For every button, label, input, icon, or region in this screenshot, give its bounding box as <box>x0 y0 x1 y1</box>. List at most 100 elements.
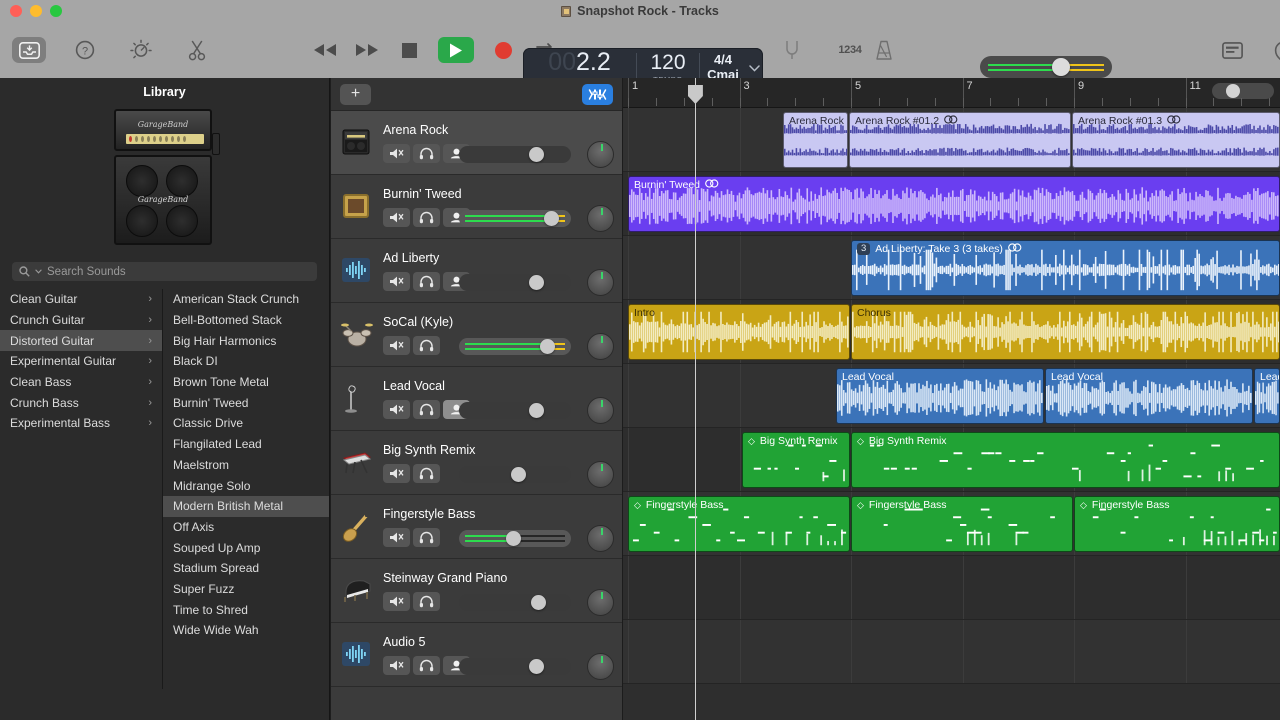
add-track-button[interactable]: + <box>340 84 371 105</box>
track-name[interactable]: SoCal (Kyle) <box>383 315 453 329</box>
track-header[interactable]: Lead Vocal <box>331 367 622 431</box>
search-chevron-down-icon[interactable] <box>35 269 42 274</box>
library-category-item[interactable]: Experimental Bass› <box>0 413 162 434</box>
track-volume-knob[interactable] <box>540 339 555 354</box>
track-lane[interactable]: ◇Big Synth Remix◇Big Synth Remix <box>623 428 1280 492</box>
zoom-slider-knob[interactable] <box>1226 84 1240 98</box>
track-header[interactable]: Audio 5 <box>331 623 622 687</box>
track-mute-button[interactable] <box>383 208 410 227</box>
track-pan-knob[interactable] <box>587 269 614 296</box>
track-mute-button[interactable] <box>383 272 410 291</box>
track-solo-button[interactable] <box>413 656 440 675</box>
track-header[interactable]: Ad Liberty <box>331 239 622 303</box>
timeline-region[interactable]: ◇Fingerstyle Bass <box>1074 496 1280 552</box>
library-category-item[interactable]: Experimental Guitar› <box>0 351 162 372</box>
timeline-region[interactable]: ◇Fingerstyle Bass <box>851 496 1073 552</box>
library-category-item[interactable]: Crunch Guitar› <box>0 310 162 331</box>
track-pan-knob[interactable] <box>587 525 614 552</box>
track-header[interactable]: Fingerstyle Bass <box>331 495 622 559</box>
library-patch-item[interactable]: Off Axis <box>163 517 329 538</box>
track-volume-knob[interactable] <box>511 467 526 482</box>
track-name[interactable]: Audio 5 <box>383 635 425 649</box>
track-volume-knob[interactable] <box>529 659 544 674</box>
library-patch-item[interactable]: Time to Shred <box>163 599 329 620</box>
track-mute-button[interactable] <box>383 656 410 675</box>
track-name[interactable]: Fingerstyle Bass <box>383 507 475 521</box>
library-patch-item[interactable]: Bell-Bottomed Stack <box>163 310 329 331</box>
library-button[interactable] <box>12 37 46 63</box>
count-in-button[interactable]: 1234 <box>833 37 867 63</box>
track-pan-knob[interactable] <box>587 397 614 424</box>
track-lane[interactable]: Arena Rock Arena Rock #01.2 Arena Rock #… <box>623 108 1280 172</box>
track-volume-knob[interactable] <box>529 147 544 162</box>
help-button[interactable]: ? <box>68 37 102 63</box>
track-solo-button[interactable] <box>413 208 440 227</box>
stop-button[interactable] <box>396 37 422 63</box>
library-patch-item[interactable]: Brown Tone Metal <box>163 372 329 393</box>
track-pan-knob[interactable] <box>587 461 614 488</box>
track-pan-knob[interactable] <box>587 653 614 680</box>
zoom-slider[interactable] <box>1212 83 1274 99</box>
track-header[interactable]: SoCal (Kyle) <box>331 303 622 367</box>
track-solo-button[interactable] <box>413 272 440 291</box>
library-category-list[interactable]: Clean Guitar›Crunch Guitar›Distorted Gui… <box>0 289 163 689</box>
track-solo-button[interactable] <box>413 400 440 419</box>
timeline-region[interactable]: Arena Rock <box>783 112 848 168</box>
library-patch-item[interactable]: Burnin' Tweed <box>163 392 329 413</box>
track-lane[interactable]: ◇Fingerstyle Bass◇Fingerstyle Bass◇Finge… <box>623 492 1280 556</box>
track-volume-slider[interactable] <box>459 274 571 291</box>
track-name[interactable]: Steinway Grand Piano <box>383 571 507 585</box>
track-mute-button[interactable] <box>383 528 410 547</box>
track-lane[interactable]: Lead VocalLead VocalLead <box>623 364 1280 428</box>
track-volume-slider[interactable] <box>459 530 571 547</box>
track-lane[interactable] <box>623 620 1280 684</box>
master-volume-knob[interactable] <box>1052 58 1070 76</box>
track-mute-button[interactable] <box>383 592 410 611</box>
timeline-region[interactable]: ◇Fingerstyle Bass <box>628 496 850 552</box>
library-patch-item[interactable]: Flangilated Lead <box>163 434 329 455</box>
track-solo-button[interactable] <box>413 144 440 163</box>
track-volume-knob[interactable] <box>529 403 544 418</box>
library-patch-item[interactable]: Midrange Solo <box>163 475 329 496</box>
library-patch-item[interactable]: Souped Up Amp <box>163 537 329 558</box>
timeline-region[interactable]: ◇Big Synth Remix <box>742 432 850 488</box>
track-volume-knob[interactable] <box>531 595 546 610</box>
library-category-item[interactable]: Clean Guitar› <box>0 289 162 310</box>
library-patch-item[interactable]: Stadium Spread <box>163 558 329 579</box>
library-patch-item[interactable]: Maelstrom <box>163 455 329 476</box>
track-lane[interactable]: 3Ad Liberty: Take 3 (3 takes) <box>623 236 1280 300</box>
library-category-item[interactable]: Crunch Bass› <box>0 392 162 413</box>
track-volume-slider[interactable] <box>459 466 571 483</box>
timeline-region[interactable]: ◇Big Synth Remix <box>851 432 1280 488</box>
smart-controls-button[interactable] <box>124 37 158 63</box>
track-volume-slider[interactable] <box>459 658 571 675</box>
track-volume-slider[interactable] <box>459 594 571 611</box>
track-name[interactable]: Big Synth Remix <box>383 443 475 457</box>
timeline-region[interactable]: Burnin' Tweed <box>628 176 1280 232</box>
track-lane[interactable] <box>623 556 1280 620</box>
track-volume-slider[interactable] <box>459 402 571 419</box>
library-patch-item[interactable]: Classic Drive <box>163 413 329 434</box>
search-sounds-field[interactable]: Search Sounds <box>12 262 317 281</box>
track-volume-knob[interactable] <box>506 531 521 546</box>
track-volume-slider[interactable] <box>459 210 571 227</box>
library-patch-item[interactable]: Super Fuzz <box>163 579 329 600</box>
timeline-region[interactable]: Lead Vocal <box>836 368 1044 424</box>
timeline-region[interactable]: Intro <box>628 304 850 360</box>
track-header[interactable]: Big Synth Remix <box>331 431 622 495</box>
track-header[interactable]: Steinway Grand Piano <box>331 559 622 623</box>
play-button[interactable] <box>438 37 474 63</box>
timeline-region[interactable]: Arena Rock #01.2 <box>849 112 1071 168</box>
track-lane[interactable]: Burnin' Tweed <box>623 172 1280 236</box>
track-volume-knob[interactable] <box>529 275 544 290</box>
track-name[interactable]: Burnin' Tweed <box>383 187 462 201</box>
track-volume-knob[interactable] <box>544 211 559 226</box>
timeline-region[interactable]: Lead Vocal <box>1045 368 1253 424</box>
track-lane[interactable]: IntroChorus <box>623 300 1280 364</box>
library-category-item[interactable]: Clean Bass› <box>0 372 162 393</box>
track-volume-slider[interactable] <box>459 146 571 163</box>
forward-button[interactable] <box>354 37 380 63</box>
track-mute-button[interactable] <box>383 336 410 355</box>
timeline-region[interactable]: Arena Rock #01.3 <box>1072 112 1280 168</box>
track-name[interactable]: Ad Liberty <box>383 251 439 265</box>
